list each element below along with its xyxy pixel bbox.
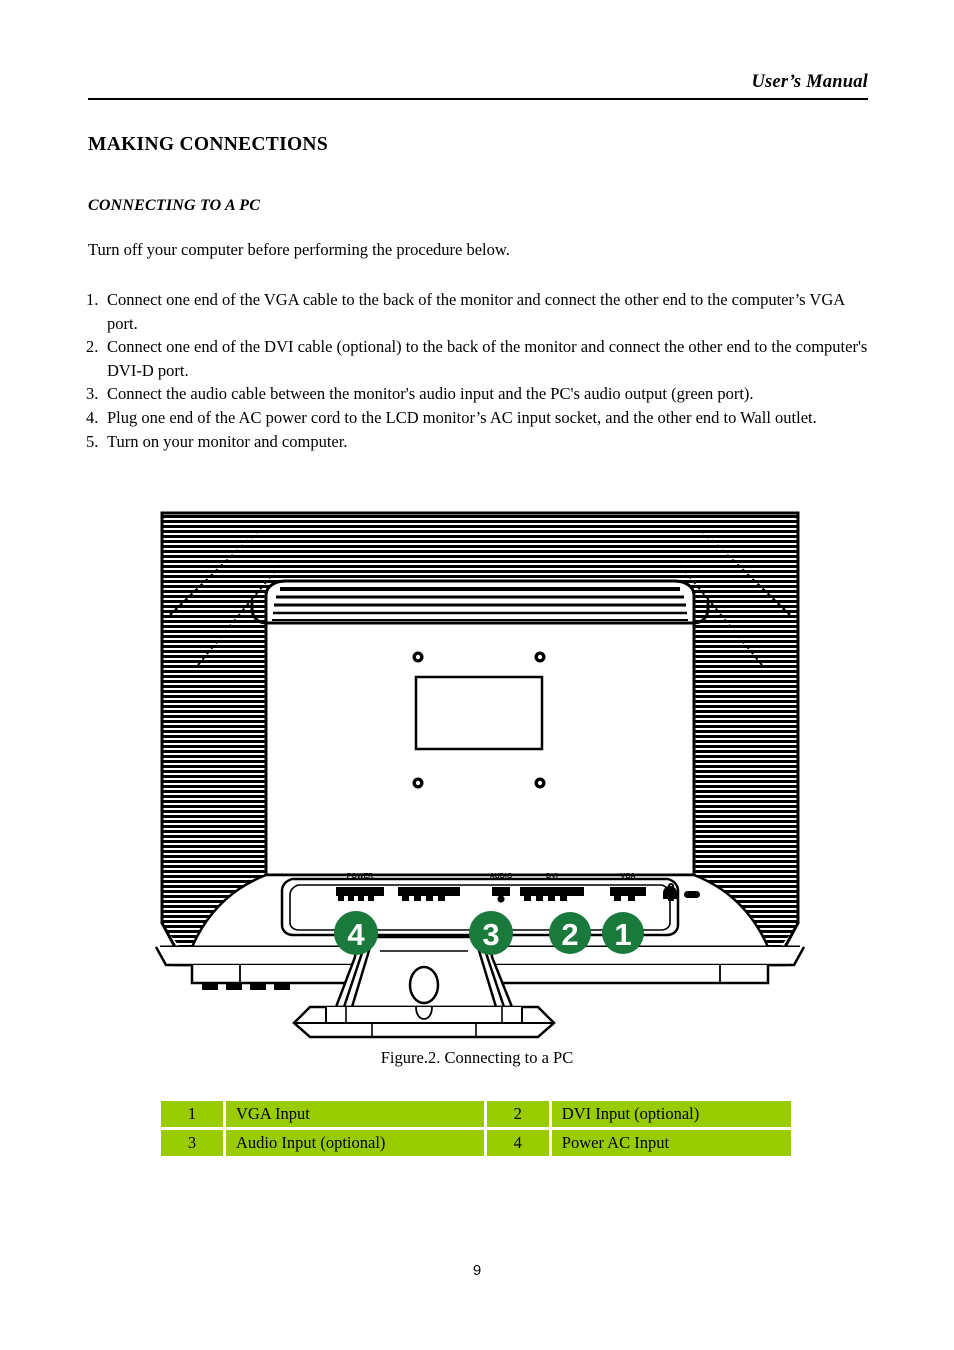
callout-label: 4 bbox=[347, 917, 365, 952]
port-label-audio: AUDIO bbox=[490, 873, 513, 880]
port-label-dvi: DVI bbox=[546, 873, 558, 880]
monitor-stand-base bbox=[292, 1005, 556, 1039]
legend-label: Audio Input (optional) bbox=[226, 1130, 484, 1156]
legend-number: 4 bbox=[486, 1130, 549, 1156]
port-label-power: POWER bbox=[347, 873, 373, 880]
connector-legend-table: 1 VGA Input 2 DVI Input (optional) 3 Aud… bbox=[158, 1098, 794, 1159]
table-row: 3 Audio Input (optional) 4 Power AC Inpu… bbox=[161, 1130, 791, 1156]
list-item: 3. Connect the audio cable between the m… bbox=[86, 382, 870, 406]
step-number: 2. bbox=[86, 337, 99, 357]
legend-label: VGA Input bbox=[226, 1101, 484, 1127]
legend-label: Power AC Input bbox=[551, 1130, 791, 1156]
callout-3: 3 bbox=[469, 911, 513, 955]
legend-number: 1 bbox=[161, 1101, 223, 1127]
subsection-title: CONNECTING TO A PC bbox=[88, 197, 261, 214]
step-text: Turn on your monitor and computer. bbox=[107, 431, 348, 451]
running-header: User’s Manual bbox=[88, 72, 868, 101]
page-title: MAKING CONNECTIONS bbox=[88, 134, 328, 155]
step-text: Connect the audio cable between the moni… bbox=[107, 384, 754, 404]
callout-label: 2 bbox=[561, 917, 578, 952]
callout-4: 4 bbox=[334, 911, 378, 955]
step-number: 1. bbox=[86, 290, 99, 309]
step-text: Connect one end of the VGA cable to the … bbox=[107, 290, 845, 333]
list-item: 4. Plug one end of the AC power cord to … bbox=[86, 406, 870, 430]
figure-caption: Figure.2. Connecting to a PC bbox=[380, 1048, 574, 1067]
legend-number: 3 bbox=[161, 1130, 223, 1156]
list-item: 2. Connect one end of the DVI cable (opt… bbox=[86, 335, 870, 382]
step-number: 5. bbox=[86, 431, 99, 451]
header-rule bbox=[88, 98, 868, 101]
callout-label: 1 bbox=[614, 917, 631, 952]
step-number: 3. bbox=[86, 384, 99, 404]
step-number: 4. bbox=[86, 407, 99, 427]
step-text: Plug one end of the AC power cord to the… bbox=[107, 407, 817, 427]
manual-title: User’s Manual bbox=[751, 72, 868, 92]
monitor-rear-diagram: POWER AUDIO DVI VGA 4 3 2 1 bbox=[140, 495, 820, 1040]
cable-hole bbox=[408, 965, 440, 1005]
rating-label-plate bbox=[414, 675, 544, 751]
table-row: 1 VGA Input 2 DVI Input (optional) bbox=[161, 1101, 791, 1127]
legend-label: DVI Input (optional) bbox=[551, 1101, 791, 1127]
intro-paragraph: Turn off your computer before performing… bbox=[88, 240, 510, 259]
steps-list: 1. Connect one end of the VGA cable to t… bbox=[86, 288, 870, 453]
list-item: 1. Connect one end of the VGA cable to t… bbox=[86, 288, 870, 335]
step-text: Connect one end of the DVI cable (option… bbox=[107, 337, 868, 380]
port-label-vga: VGA bbox=[620, 873, 635, 880]
document-page: User’s Manual MAKING CONNECTIONS CONNECT… bbox=[0, 0, 954, 1350]
callout-label: 3 bbox=[482, 917, 499, 952]
list-item: 5. Turn on your monitor and computer. bbox=[86, 430, 870, 454]
legend-number: 2 bbox=[486, 1101, 549, 1127]
page-number: 9 bbox=[472, 1262, 482, 1279]
callout-1: 1 bbox=[602, 912, 644, 954]
callout-2: 2 bbox=[549, 912, 591, 954]
